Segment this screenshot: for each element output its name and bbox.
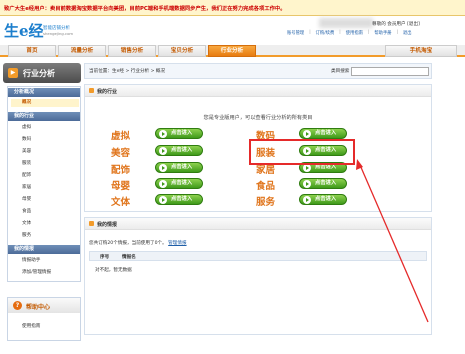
sidebar-menu: 分析概况 概况 我的行业 虚拟 数码 美容 服装 配饰 家居 母婴 食品 文体 … <box>7 86 81 282</box>
enter-virtual-button[interactable]: 点击进入 <box>155 128 203 139</box>
category-baby-label: 母婴 <box>111 181 131 192</box>
chevron-right-icon: ▶ <box>8 68 18 78</box>
intel-table-header: 序号 情报名 <box>89 251 427 261</box>
link-manual[interactable]: 帮助手册 <box>374 30 391 36</box>
link-guide[interactable]: 使用指南 <box>346 30 363 36</box>
question-icon: ? <box>13 301 22 310</box>
sidebar-item-clothing[interactable]: 服装 <box>22 160 31 166</box>
play-icon <box>303 164 311 172</box>
enter-accessories-button[interactable]: 点击进入 <box>155 162 203 173</box>
category-accessories-label: 配饰 <box>111 165 131 176</box>
play-icon <box>159 196 167 204</box>
category-search-label: 类目搜索 <box>331 69 350 74</box>
sidebar-section-intel[interactable]: 我的情报 <box>8 245 80 254</box>
notice-text: 致广大生e经用户：卖目前数据淘宝数据平台向美团，目前PC端和手机端数据同步产生，… <box>4 6 286 12</box>
breadcrumb: 当前位置：生e经 > 行业分析 > 概况 类目搜索 <box>84 63 432 79</box>
play-icon <box>303 196 311 204</box>
enter-food-button[interactable]: 点击进入 <box>299 178 347 189</box>
link-logout[interactable]: 退出 <box>403 30 412 36</box>
link-separator: | <box>309 30 311 35</box>
manage-intel-link[interactable]: 管理情报 <box>168 241 186 246</box>
notice-bar: 致广大生e经用户：卖目前数据淘宝数据平台向美团，目前PC端和手机端数据同步产生，… <box>0 0 465 16</box>
intel-status: 您共订购20个情报，当前使用了0个。 管理情报 <box>89 241 187 246</box>
bullet-icon <box>89 221 94 226</box>
sidebar-section-industry[interactable]: 我的行业 <box>8 112 80 121</box>
help-guide-link[interactable]: 使用指南 <box>22 323 40 329</box>
play-icon <box>159 180 167 188</box>
main-nav: 首页 流量分析 销售分析 宝贝分析 行业分析 手机淘宝 <box>0 45 465 57</box>
bullet-icon <box>89 88 94 93</box>
sidebar-item-virtual[interactable]: 虚拟 <box>22 124 31 130</box>
sidebar-title: ▶ 行业分析 <box>3 63 81 83</box>
tab-industry[interactable]: 行业分析 <box>208 45 256 57</box>
enter-digital-button[interactable]: 点击进入 <box>299 128 347 139</box>
header-links: 账号管理 | 订购/续费 | 使用指南 | 帮助手册 | 退出 <box>287 30 412 36</box>
enter-beauty-button[interactable]: 点击进入 <box>155 145 203 156</box>
logo-domain: shengejing.com <box>43 31 74 36</box>
category-services-label: 服务 <box>256 197 276 208</box>
sidebar-item-beauty[interactable]: 美容 <box>22 148 31 154</box>
sidebar-item-intel-assistant[interactable]: 情报助手 <box>22 257 40 263</box>
sidebar-item-accessories[interactable]: 配饰 <box>22 172 31 178</box>
industry-panel-header: 我的行业 <box>85 85 431 97</box>
column-name: 情报名 <box>122 255 136 260</box>
help-header: ? 帮助中心 <box>8 298 80 313</box>
category-virtual-label: 虚拟 <box>111 131 131 142</box>
clothing-highlight-box <box>249 139 355 165</box>
column-index: 序号 <box>100 255 110 260</box>
sidebar-section-overview[interactable]: 分析概况 <box>8 88 80 97</box>
sidebar-item-home[interactable]: 家居 <box>22 184 31 190</box>
user-greeting: 尊敬的 会员用户 [退出] <box>372 22 420 27</box>
sidebar-item-services[interactable]: 服务 <box>22 232 31 238</box>
link-renew[interactable]: 订购/续费 <box>316 30 335 36</box>
link-separator: | <box>367 30 370 35</box>
play-icon <box>303 130 311 138</box>
link-separator: | <box>396 30 399 35</box>
intel-panel-header: 我的情报 <box>85 218 431 230</box>
category-sports-label: 文体 <box>111 197 131 208</box>
tab-items[interactable]: 宝贝分析 <box>158 45 206 57</box>
intel-empty-message: 对不起，暂无数据 <box>95 268 132 273</box>
play-icon <box>159 147 167 155</box>
sidebar-item-baby[interactable]: 母婴 <box>22 196 31 202</box>
breadcrumb-text: 当前位置：生e经 > 行业分析 > 概况 <box>89 69 166 74</box>
intel-panel: 我的情报 您共订购20个情报，当前使用了0个。 管理情报 序号 情报名 对不起，… <box>84 217 432 335</box>
category-search-input[interactable] <box>351 67 429 76</box>
industry-panel-title: 我的行业 <box>97 89 118 95</box>
logo[interactable]: 生e经 <box>4 20 44 41</box>
blurred-username <box>319 18 373 28</box>
sidebar-item-sports[interactable]: 文体 <box>22 220 31 226</box>
tab-mobile-taobao[interactable]: 手机淘宝 <box>385 45 457 57</box>
play-icon <box>159 130 167 138</box>
industry-description: 您是专业版用户，可以查看行业分析的所有类目 <box>203 115 313 121</box>
link-separator: | <box>339 30 341 35</box>
enter-sports-button[interactable]: 点击进入 <box>155 194 203 205</box>
sidebar-item-digital[interactable]: 数码 <box>22 136 31 142</box>
intel-panel-title: 我的情报 <box>97 222 118 228</box>
play-icon <box>303 180 311 188</box>
tab-traffic[interactable]: 流量分析 <box>58 45 106 57</box>
sidebar-item-manage-intel[interactable]: 添加/管理情报 <box>22 269 51 275</box>
sidebar-item-overview[interactable]: 概况 <box>11 99 79 107</box>
help-center: ? 帮助中心 使用指南 <box>7 297 81 341</box>
category-food-label: 食品 <box>256 181 276 192</box>
help-title: 帮助中心 <box>26 304 51 311</box>
play-icon <box>159 164 167 172</box>
tab-sales[interactable]: 销售分析 <box>108 45 156 57</box>
sidebar-item-food[interactable]: 食品 <box>22 208 31 214</box>
category-beauty-label: 美容 <box>111 148 131 159</box>
sidebar: ▶ 行业分析 分析概况 概况 我的行业 虚拟 数码 美容 服装 配饰 家居 母婴… <box>3 63 81 341</box>
enter-baby-button[interactable]: 点击进入 <box>155 178 203 189</box>
link-account[interactable]: 账号管理 <box>287 30 304 36</box>
tab-home[interactable]: 首页 <box>8 45 56 57</box>
enter-services-button[interactable]: 点击进入 <box>299 194 347 205</box>
